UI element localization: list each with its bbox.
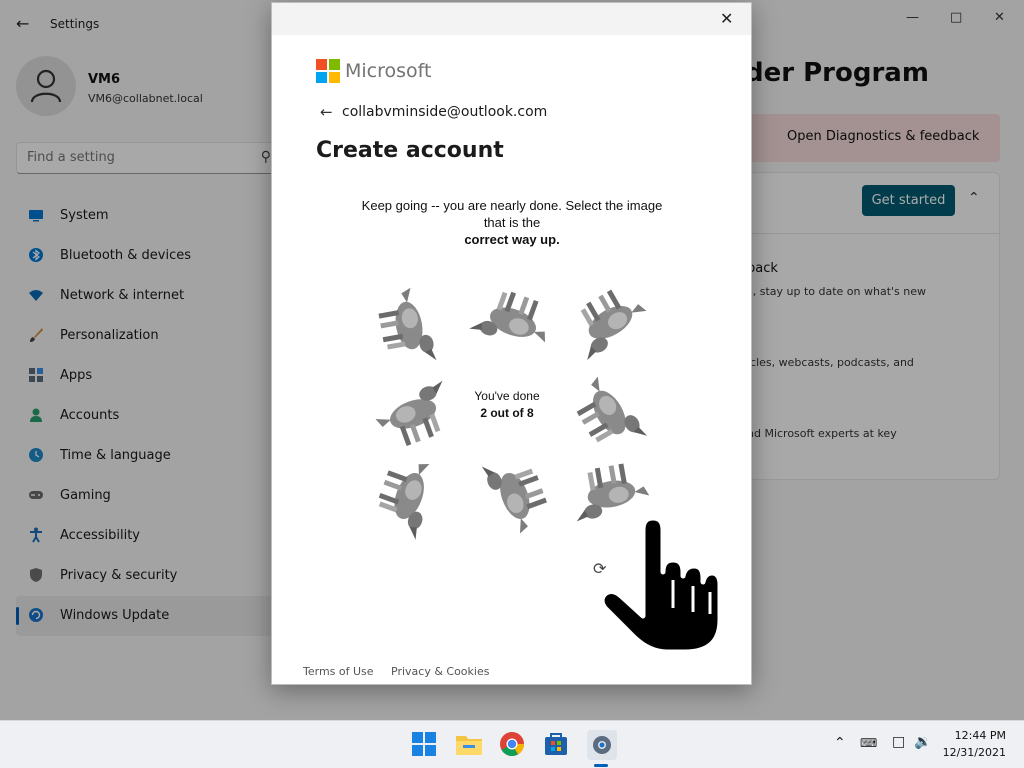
captcha-progress: You've done 2 out of 8 (457, 388, 557, 422)
file-explorer-icon[interactable] (455, 731, 483, 759)
captcha-image-option[interactable] (367, 366, 457, 456)
taskbar: ⌃ ⌨ □ 🔉 12:44 PM 12/31/2021 (0, 720, 1024, 768)
captcha-instruction-text: Keep going -- you are nearly done. Selec… (361, 198, 663, 230)
active-app-indicator (594, 764, 608, 767)
microsoft-logo-icon (316, 59, 340, 83)
captcha-progress-count: 2 out of 8 (480, 406, 534, 420)
hand-pointer-cursor-icon (599, 515, 723, 655)
captcha-image-option[interactable] (467, 452, 557, 542)
rotated-animal-image (469, 291, 546, 343)
dialog-title: Create account (316, 138, 504, 163)
rotated-animal-image (375, 380, 443, 446)
captcha-instruction-bold: correct way up. (464, 232, 560, 247)
close-icon[interactable]: ✕ (720, 9, 733, 28)
clock-date[interactable]: 12/31/2021 (940, 746, 1006, 759)
captcha-image-option[interactable] (367, 452, 457, 542)
chevron-up-icon[interactable]: ⌃ (834, 735, 846, 751)
captcha-image-option[interactable] (567, 280, 657, 370)
network-icon[interactable]: □ (892, 734, 905, 750)
terms-of-use-link[interactable]: Terms of Use (303, 665, 374, 678)
volume-icon[interactable]: 🔉 (914, 734, 931, 750)
dialog-titlebar: ✕ (272, 3, 751, 35)
start-icon[interactable] (411, 731, 439, 759)
store-icon[interactable] (543, 731, 571, 759)
settings-icon[interactable] (587, 730, 617, 760)
rotated-animal-image (378, 287, 437, 361)
privacy-cookies-link[interactable]: Privacy & Cookies (391, 665, 489, 678)
captcha-progress-text: You've done (474, 389, 540, 403)
captcha-image-option[interactable] (467, 280, 557, 370)
chrome-icon[interactable] (499, 731, 527, 759)
rotated-animal-image (576, 376, 648, 443)
back-arrow-icon[interactable]: ← (320, 103, 333, 121)
rotated-animal-image (580, 289, 647, 361)
rotated-animal-image (481, 466, 547, 534)
captcha-instruction: Keep going -- you are nearly done. Selec… (357, 197, 667, 248)
captcha-image-option[interactable] (367, 280, 457, 370)
captcha-image-option[interactable] (567, 366, 657, 456)
keyboard-icon[interactable]: ⌨ (860, 736, 877, 750)
rotated-animal-image (378, 463, 430, 540)
clock-time[interactable]: 12:44 PM (950, 729, 1006, 742)
account-email: collabvminside@outlook.com (342, 104, 548, 120)
brand-name: Microsoft (345, 60, 432, 82)
